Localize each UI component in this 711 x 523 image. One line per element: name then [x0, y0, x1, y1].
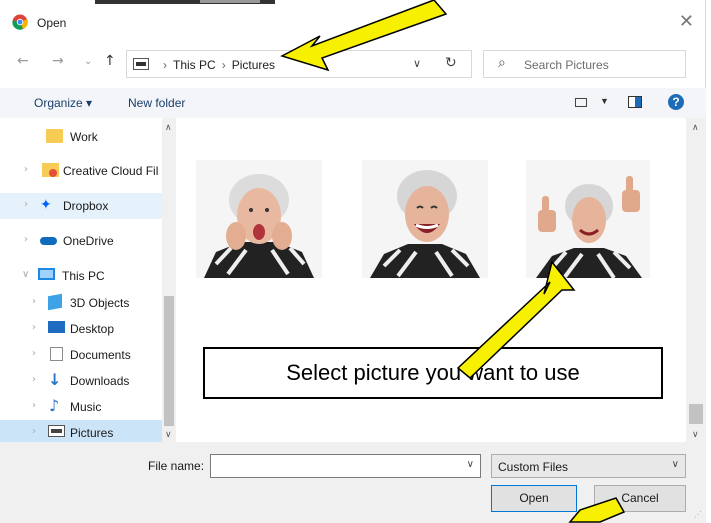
- sidebar-item-creative-cloud[interactable]: › Creative Cloud Fil: [0, 158, 162, 184]
- scroll-up-icon[interactable]: ∧: [692, 122, 699, 133]
- command-toolbar: Organize ▾ New folder ▼ ?: [0, 88, 706, 118]
- chevron-down-icon[interactable]: ∨: [467, 459, 474, 470]
- refresh-icon[interactable]: ↻: [445, 55, 457, 71]
- up-button[interactable]: ↑: [104, 53, 116, 69]
- onedrive-icon: [40, 233, 57, 247]
- background-window-edge: [200, 0, 260, 3]
- content-scrollbar[interactable]: ∧ ∨: [686, 118, 706, 442]
- window-title: Open: [37, 16, 67, 30]
- pictures-icon: [48, 425, 65, 437]
- search-icon: ⌕: [498, 55, 506, 71]
- image-thumbnail[interactable]: [526, 160, 650, 278]
- open-button[interactable]: Open: [491, 485, 577, 512]
- recent-locations-button[interactable]: ⌄: [84, 56, 92, 67]
- photo-laughing-woman: [362, 160, 488, 278]
- music-icon: ♪: [49, 396, 60, 415]
- title-bar: Open ✕: [0, 8, 706, 38]
- chevron-right-icon[interactable]: ›: [32, 374, 36, 385]
- close-button[interactable]: ✕: [679, 11, 694, 32]
- address-bar[interactable]: › This PC › Pictures ∨ ↻: [126, 50, 472, 78]
- cancel-button[interactable]: Cancel: [594, 485, 686, 512]
- sidebar-item-dropbox[interactable]: › ✦ Dropbox: [0, 193, 162, 219]
- folder-icon: [46, 129, 63, 143]
- dropbox-icon: ✦: [40, 197, 52, 213]
- chevron-down-icon[interactable]: ∨: [22, 269, 29, 280]
- sidebar-item-label: Desktop: [70, 322, 115, 336]
- sidebar-item-label: Downloads: [70, 374, 130, 388]
- scrollbar-thumb[interactable]: [689, 404, 703, 424]
- instruction-callout: Select picture you want to use: [203, 347, 663, 399]
- sidebar-item-label: Pictures: [70, 426, 114, 440]
- file-type-value: Custom Files: [498, 460, 569, 474]
- back-button[interactable]: ←: [17, 53, 29, 69]
- organize-button[interactable]: Organize ▾: [34, 96, 92, 110]
- sidebar-item-documents[interactable]: › Documents: [0, 342, 162, 368]
- breadcrumb: › This PC › Pictures: [163, 58, 276, 72]
- breadcrumb-this-pc[interactable]: This PC: [173, 58, 216, 72]
- file-name-label: File name:: [148, 459, 205, 473]
- sidebar-item-label: Dropbox: [63, 199, 109, 213]
- sidebar-item-onedrive[interactable]: › OneDrive: [0, 228, 162, 254]
- sidebar-item-label: Documents: [70, 348, 131, 362]
- image-thumbnail[interactable]: [362, 160, 488, 278]
- navigation-pane: Work › Creative Cloud Fil › ✦ Dropbox › …: [0, 118, 176, 442]
- pictures-location-icon: [133, 58, 149, 70]
- open-dialog: Open ✕ ← → ⌄ ↑ › This PC › Pictures ∨ ↻ ⌕ S…: [0, 0, 706, 523]
- cube-icon: [48, 293, 62, 311]
- scroll-down-icon[interactable]: ∨: [165, 429, 172, 440]
- sidebar-scrollbar[interactable]: ∧ ∨: [162, 118, 176, 442]
- photo-thumbs-up-woman: [526, 160, 650, 278]
- sidebar-item-downloads[interactable]: › ↓ Downloads: [0, 368, 162, 394]
- sidebar-item-3d-objects[interactable]: › 3D Objects: [0, 290, 162, 316]
- scroll-up-icon[interactable]: ∧: [165, 122, 172, 133]
- desktop-icon: [48, 321, 65, 333]
- navigation-bar: ← → ⌄ ↑ › This PC › Pictures ∨ ↻ ⌕ Search P…: [0, 48, 706, 80]
- sidebar-item-label: Creative Cloud Fil: [63, 164, 159, 178]
- chevron-right-icon[interactable]: ›: [32, 296, 36, 307]
- sidebar-item-label: Work: [70, 130, 98, 144]
- dialog-footer: File name: ∨ Custom Files ∨ Open Cancel …: [0, 442, 706, 523]
- new-folder-button[interactable]: New folder: [128, 96, 185, 110]
- help-icon[interactable]: ?: [668, 94, 684, 110]
- breadcrumb-pictures[interactable]: Pictures: [232, 58, 275, 72]
- download-icon: ↓: [48, 370, 62, 389]
- search-placeholder: Search Pictures: [524, 58, 609, 72]
- scroll-down-icon[interactable]: ∨: [692, 429, 699, 440]
- search-box[interactable]: ⌕ Search Pictures: [483, 50, 686, 78]
- creative-cloud-icon: [42, 163, 59, 177]
- sidebar-item-label: Music: [70, 400, 102, 414]
- sidebar-item-music[interactable]: › ♪ Music: [0, 394, 162, 420]
- image-thumbnail[interactable]: [196, 160, 322, 278]
- chevron-right-icon[interactable]: ›: [32, 400, 36, 411]
- preview-pane-icon[interactable]: [628, 96, 642, 108]
- chevron-down-icon[interactable]: ∨: [672, 459, 679, 470]
- chevron-right-icon[interactable]: ›: [24, 234, 28, 245]
- forward-button[interactable]: →: [52, 53, 64, 69]
- computer-icon: [38, 268, 55, 280]
- chevron-right-icon[interactable]: ›: [24, 199, 28, 210]
- sidebar-item-pictures[interactable]: › Pictures: [0, 420, 162, 442]
- chevron-right-icon[interactable]: ›: [24, 164, 28, 175]
- sidebar-item-label: This PC: [62, 269, 105, 283]
- sidebar-item-this-pc[interactable]: ∨ This PC: [0, 263, 162, 289]
- resize-grip-icon[interactable]: ⋰: [694, 510, 702, 519]
- sidebar-item-label: OneDrive: [63, 234, 114, 248]
- scrollbar-thumb[interactable]: [164, 296, 174, 426]
- chevron-down-icon[interactable]: ∨: [413, 57, 421, 70]
- sidebar-item-work[interactable]: Work: [0, 124, 162, 150]
- photo-surprised-woman: [196, 160, 322, 278]
- sidebar-item-label: 3D Objects: [70, 296, 130, 310]
- document-icon: [50, 347, 63, 361]
- chevron-right-icon[interactable]: ›: [32, 322, 36, 333]
- file-name-input[interactable]: ∨: [210, 454, 481, 478]
- sidebar-item-desktop[interactable]: › Desktop: [0, 316, 162, 342]
- chevron-right-icon[interactable]: ›: [32, 348, 36, 359]
- chevron-down-icon[interactable]: ▼: [600, 96, 609, 106]
- chevron-right-icon[interactable]: ›: [32, 426, 36, 437]
- file-type-select[interactable]: Custom Files ∨: [491, 454, 686, 478]
- change-view-icon[interactable]: [575, 98, 587, 107]
- chrome-icon: [12, 14, 28, 30]
